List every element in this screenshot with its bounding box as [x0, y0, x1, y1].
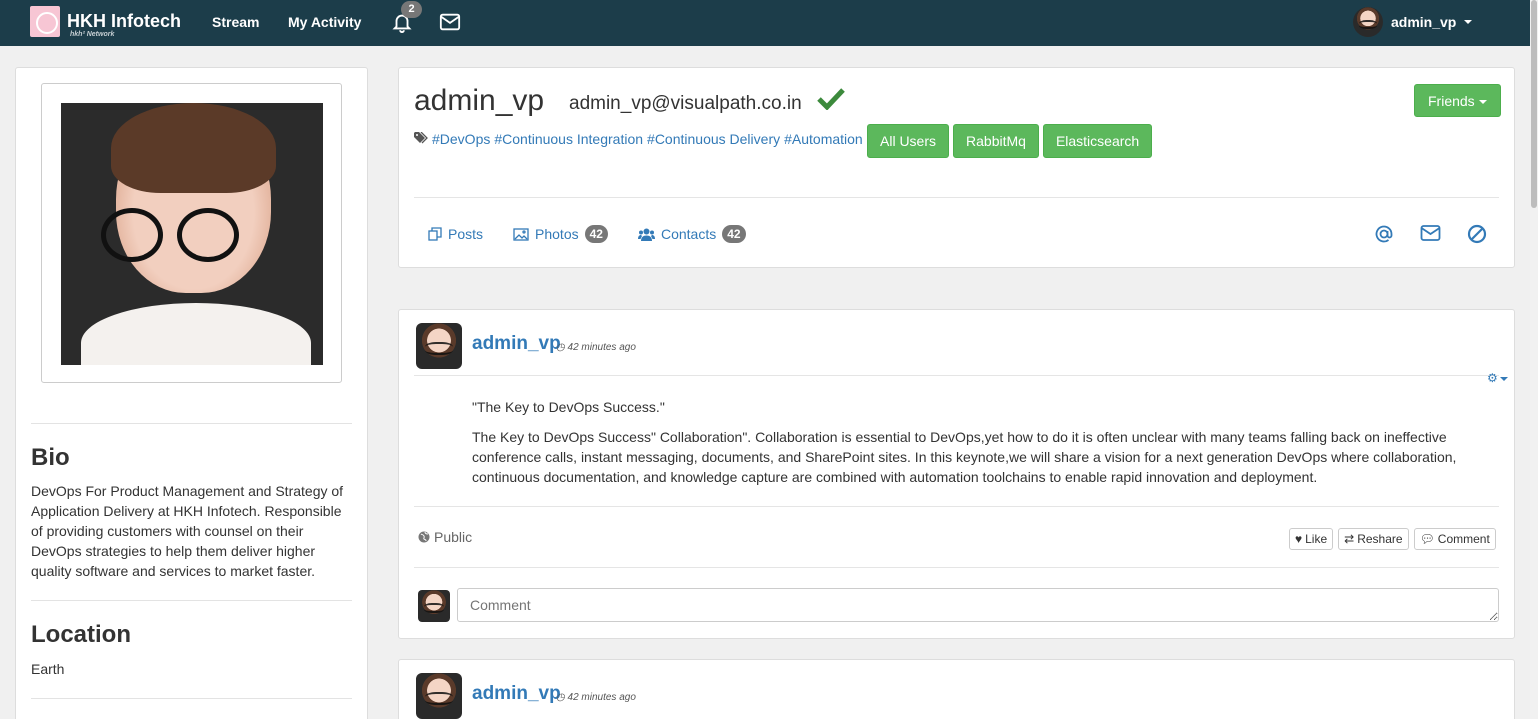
- nav-my-activity-link[interactable]: My Activity: [288, 14, 361, 30]
- photos-count-badge: 42: [584, 225, 608, 243]
- post-card: admin_vp ◷ 42 minutes ago: [398, 659, 1515, 719]
- post-visibility-text: Public: [434, 529, 473, 545]
- user-menu-name: admin_vp: [1391, 14, 1457, 30]
- divider: [414, 375, 1499, 376]
- profile-sidebar: Bio DevOps For Product Management and St…: [15, 67, 368, 719]
- brand-logo: [30, 6, 60, 37]
- tab-contacts[interactable]: Contacts 42: [637, 225, 746, 243]
- brand[interactable]: HKH Infotech hkh² Network: [30, 6, 181, 39]
- envelope-icon[interactable]: [439, 12, 461, 35]
- friends-dropdown-button[interactable]: Friends: [1414, 84, 1501, 117]
- user-avatar: [1353, 7, 1383, 37]
- post-visibility: Public: [418, 529, 472, 545]
- clock-icon: ◷: [556, 692, 565, 703]
- nav-stream-link[interactable]: Stream: [212, 14, 259, 30]
- post-body: The Key to DevOps Success" Collaboration…: [472, 429, 1457, 485]
- profile-header-card: admin_vp admin_vp@visualpath.co.in #DevO…: [398, 67, 1515, 268]
- tab-contacts-label: Contacts: [660, 226, 717, 242]
- chevron-down-icon: [1464, 20, 1473, 24]
- group-buttons: All Users RabbitMq Elasticsearch: [867, 124, 1153, 158]
- like-button[interactable]: ♥ Like: [1289, 528, 1334, 550]
- reshare-button[interactable]: ⇄ Reshare: [1338, 528, 1409, 550]
- tab-photos[interactable]: Photos 42: [513, 225, 608, 243]
- tag-link[interactable]: #DevOps: [432, 131, 490, 147]
- envelope-icon[interactable]: [1420, 224, 1441, 247]
- profile-photo[interactable]: [61, 103, 323, 365]
- bio-heading: Bio: [31, 444, 70, 471]
- scrollbar[interactable]: [1530, 0, 1538, 719]
- tag-link[interactable]: #Continuous Delivery: [647, 131, 780, 147]
- post-timestamp-text: 42 minutes ago: [567, 692, 636, 703]
- block-icon[interactable]: [1467, 224, 1487, 247]
- comment-input[interactable]: [457, 588, 1499, 622]
- tag-link[interactable]: #Automation: [784, 131, 863, 147]
- group-rabbitmq-button[interactable]: RabbitMq: [953, 124, 1039, 158]
- post-author-avatar[interactable]: [416, 323, 462, 369]
- profile-tags: #DevOps #Continuous Integration #Continu…: [414, 131, 867, 147]
- retweet-icon: ⇄: [1344, 532, 1355, 546]
- brand-title: HKH Infotech: [67, 11, 181, 31]
- friends-button-label: Friends: [1428, 93, 1475, 109]
- clock-icon: ◷: [556, 342, 565, 353]
- location-text: Earth: [31, 661, 65, 677]
- group-all-users-button[interactable]: All Users: [867, 124, 950, 158]
- profile-photo-frame: [41, 83, 342, 383]
- divider: [31, 698, 352, 699]
- scrollbar-thumb[interactable]: [1531, 0, 1537, 208]
- comment-button[interactable]: 💬︎ Comment: [1413, 528, 1496, 550]
- profile-email: admin_vp@visualpath.co.in: [569, 93, 802, 114]
- tags-icon: [414, 131, 428, 147]
- profile-tabs: Posts Photos 42 Contacts 42: [428, 225, 776, 243]
- gear-icon[interactable]: ⚙: [1487, 371, 1508, 385]
- post-author-link[interactable]: admin_vp: [472, 333, 561, 355]
- chevron-down-icon: [1478, 100, 1487, 105]
- notification-count-badge: 2: [401, 1, 422, 18]
- post-timestamp[interactable]: ◷ 42 minutes ago: [556, 692, 636, 703]
- group-elasticsearch-button[interactable]: Elasticsearch: [1042, 124, 1153, 158]
- heart-icon: ♥: [1295, 532, 1303, 546]
- tag-link[interactable]: #Continuous Integration: [494, 131, 643, 147]
- divider: [414, 506, 1499, 507]
- profile-actions: [1374, 224, 1487, 247]
- brand-subtitle: hkh² Network: [70, 31, 115, 38]
- post-timestamp[interactable]: ◷ 42 minutes ago: [556, 342, 636, 353]
- mention-icon[interactable]: [1374, 224, 1394, 247]
- divider: [414, 197, 1499, 198]
- bio-text: DevOps For Product Management and Strate…: [31, 483, 344, 579]
- comment-label: Comment: [1437, 532, 1490, 546]
- commenter-avatar: [418, 590, 450, 622]
- tab-posts[interactable]: Posts: [428, 226, 483, 242]
- posts-icon: [428, 227, 442, 241]
- like-label: Like: [1305, 532, 1328, 546]
- divider: [414, 567, 1499, 568]
- post-action-buttons: ♥ Like ⇄ Reshare 💬︎ Comment: [1289, 528, 1496, 550]
- profile-username: admin_vp: [414, 84, 545, 117]
- users-icon: [637, 228, 655, 241]
- top-navbar: HKH Infotech hkh² Network Stream My Acti…: [0, 0, 1538, 46]
- post-title: "The Key to DevOps Success.": [472, 399, 665, 415]
- post-author-avatar[interactable]: [416, 673, 462, 719]
- divider: [31, 423, 352, 424]
- post-author-link[interactable]: admin_vp: [472, 683, 561, 705]
- contacts-count-badge: 42: [722, 225, 746, 243]
- post-timestamp-text: 42 minutes ago: [567, 342, 636, 353]
- checkmark-icon: [817, 86, 845, 113]
- user-menu[interactable]: admin_vp: [1353, 7, 1473, 37]
- globe-icon: [418, 531, 430, 543]
- reshare-label: Reshare: [1357, 532, 1403, 546]
- tab-posts-label: Posts: [448, 226, 484, 242]
- post-card: admin_vp ◷ 42 minutes ago ⚙ "The Key to …: [398, 309, 1515, 639]
- comment-icon: 💬︎: [1419, 532, 1435, 546]
- location-heading: Location: [31, 621, 131, 648]
- photo-icon: [513, 227, 529, 241]
- tab-photos-label: Photos: [535, 226, 579, 242]
- divider: [31, 600, 352, 601]
